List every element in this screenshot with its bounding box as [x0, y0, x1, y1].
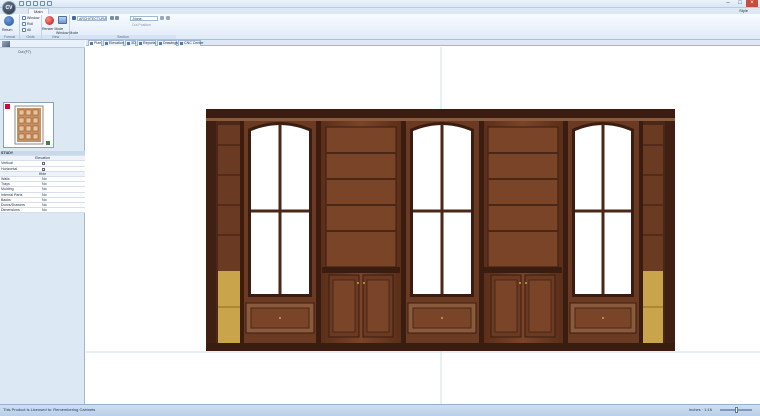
- section-combo[interactable]: -None-: [130, 16, 158, 21]
- 3d-icon: [127, 42, 130, 45]
- render-mode-icon: [45, 16, 54, 25]
- elevation-drawing: [86, 47, 760, 404]
- group-view: Render Mode Window Mode View: [42, 15, 78, 39]
- room-thumbnail-drawing: [5, 104, 50, 145]
- window-mode-icon: [58, 16, 67, 24]
- property-row[interactable]: Dimensions No: [0, 208, 85, 214]
- crown-molding: [206, 109, 675, 119]
- tab-reports[interactable]: Reports: [137, 40, 156, 46]
- redo-icon[interactable]: [47, 1, 52, 6]
- save-icon[interactable]: [33, 1, 38, 6]
- right-shelf-tower[interactable]: [641, 125, 663, 343]
- window-zoom-icon: [22, 16, 26, 20]
- section-arrow-icon: [115, 16, 119, 20]
- section-icon: [110, 16, 114, 20]
- tab-plan[interactable]: Plan: [88, 40, 102, 46]
- window-unit-right[interactable]: [566, 121, 640, 349]
- drawings-icon: [159, 42, 162, 45]
- return-button[interactable]: Return: [2, 28, 13, 32]
- tab-cnc-center[interactable]: CNC Center: [178, 40, 204, 46]
- window-unit-center[interactable]: [404, 121, 480, 349]
- tab-3d[interactable]: 3D: [125, 40, 136, 46]
- units-scale[interactable]: Inches · 1:16: [689, 407, 712, 412]
- elevation-icon: [105, 42, 108, 45]
- window-button[interactable]: Window: [27, 16, 39, 20]
- roll-button[interactable]: Roll: [27, 22, 33, 26]
- application-menu-button[interactable]: CV: [2, 1, 16, 15]
- tab-drawings[interactable]: Drawings: [157, 40, 178, 46]
- cut-label: Cut (F7): [18, 50, 31, 54]
- ribbon: Return Format Window Roll All Grids Rend…: [0, 14, 760, 40]
- all-button[interactable]: All: [27, 28, 31, 32]
- architectural-combo[interactable]: ARCHITECTURAL: [77, 16, 107, 21]
- window-unit-left[interactable]: [242, 121, 318, 349]
- drawing-canvas[interactable]: [86, 47, 760, 404]
- view-type-icon: [72, 16, 76, 20]
- vertical-checkbox[interactable]: [42, 162, 45, 166]
- license-status: This Product is Licensed to: Remembering…: [3, 407, 96, 412]
- zoom-all-icon: [22, 28, 26, 32]
- thumbnail-marker: [5, 104, 10, 109]
- left-shelf-tower[interactable]: [218, 125, 240, 343]
- tab-elevation[interactable]: Elevation: [103, 40, 124, 46]
- group-grids: Window Roll All Grids: [20, 15, 42, 39]
- room-thumbnail[interactable]: [3, 102, 54, 148]
- minimize-button[interactable]: –: [722, 0, 734, 7]
- group-label: View: [42, 35, 69, 39]
- document-tabs: Plan Elevation 3D Reports Drawings CNC C…: [86, 40, 760, 46]
- cabinet-wall[interactable]: [206, 109, 675, 351]
- cut-tool-icon[interactable]: [2, 41, 10, 47]
- group-label: Grids: [20, 35, 41, 39]
- left-panel: Cut (F7) STUDY Elevation Vertical Horizo…: [0, 40, 85, 404]
- cut-caption: Cut (F7): [0, 49, 85, 55]
- group-label: Format: [0, 35, 19, 39]
- reports-icon: [139, 42, 142, 45]
- title-bar: CV – □ ×: [0, 0, 760, 15]
- group-format: Return Format: [0, 15, 20, 39]
- group-section: ARCHITECTURAL -None- Cut Position Sectio…: [70, 15, 176, 39]
- return-icon: [4, 16, 14, 26]
- horizontal-checkbox[interactable]: [42, 167, 45, 171]
- roll-icon: [22, 22, 26, 26]
- section-options-icon[interactable]: [160, 16, 164, 20]
- cnc-icon: [180, 42, 183, 45]
- maximize-button[interactable]: □: [734, 0, 746, 7]
- properties-grid: STUDY Elevation Vertical Horizontal Hide…: [0, 151, 85, 214]
- undo-icon[interactable]: [40, 1, 45, 6]
- group-label: Section: [70, 35, 176, 39]
- zoom-slider-thumb[interactable]: [735, 407, 738, 413]
- section-pick-icon[interactable]: [166, 16, 170, 20]
- cabinet-base: [206, 343, 675, 351]
- open-file-icon[interactable]: [26, 1, 31, 6]
- cut-position-button[interactable]: Cut Position: [132, 23, 151, 27]
- close-button[interactable]: ×: [746, 0, 758, 7]
- bookcase-unit-right[interactable]: [482, 121, 564, 349]
- status-bar: This Product is Licensed to: Remembering…: [0, 404, 760, 416]
- panel-toolbar: [0, 40, 85, 48]
- new-file-icon[interactable]: [19, 1, 24, 6]
- plan-icon: [90, 42, 93, 45]
- bookcase-unit-left[interactable]: [320, 121, 402, 349]
